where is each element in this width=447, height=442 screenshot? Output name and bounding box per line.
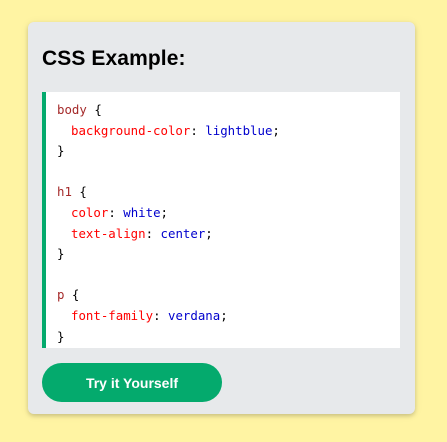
code-property: text-align (71, 225, 146, 241)
code-value: white (123, 204, 161, 220)
code-line: font-family: verdana; (57, 306, 400, 327)
code-punctuation: { (71, 287, 80, 303)
code-punctuation: : (145, 225, 161, 241)
example-title: CSS Example: (42, 47, 186, 70)
code-property: color (71, 204, 109, 220)
code-line: h1 { (57, 182, 400, 203)
code-punctuation: ; (220, 307, 228, 323)
code-selector: p (57, 287, 72, 303)
code-value: lightblue (205, 122, 273, 138)
code-selector: body (57, 102, 95, 117)
code-value: center (160, 225, 206, 241)
code-punctuation: { (79, 184, 87, 200)
code-line: body { (57, 100, 400, 121)
code-line: } (57, 244, 400, 265)
code-line: p { (57, 285, 400, 306)
code-block: body {background-color: lightblue;} h1 {c… (42, 92, 400, 348)
code-line: background-color: lightblue; (57, 121, 400, 142)
code-punctuation: { (94, 102, 102, 117)
code-value: verdana (167, 307, 221, 323)
code-punctuation: ; (205, 225, 213, 241)
code-selector: h1 (57, 184, 80, 200)
code-punctuation: : (108, 204, 124, 220)
code-property: background-color (71, 122, 191, 138)
code-line: } (57, 141, 400, 162)
try-it-yourself-button[interactable]: Try it Yourself (42, 363, 222, 402)
code-punctuation: : (190, 122, 206, 138)
code-line: } (57, 327, 400, 348)
code-punctuation: ; (160, 204, 169, 220)
code-punctuation: } (57, 328, 65, 344)
code-line: color: white; (57, 203, 400, 224)
code-punctuation: ; (272, 122, 280, 138)
code-property: font-family (71, 307, 154, 323)
code-line: text-align: center; (57, 224, 400, 245)
code-punctuation: } (57, 246, 65, 262)
example-card: CSS Example: body {background-color: lig… (28, 22, 415, 414)
code-punctuation: } (57, 143, 65, 159)
code-punctuation: : (153, 307, 168, 323)
